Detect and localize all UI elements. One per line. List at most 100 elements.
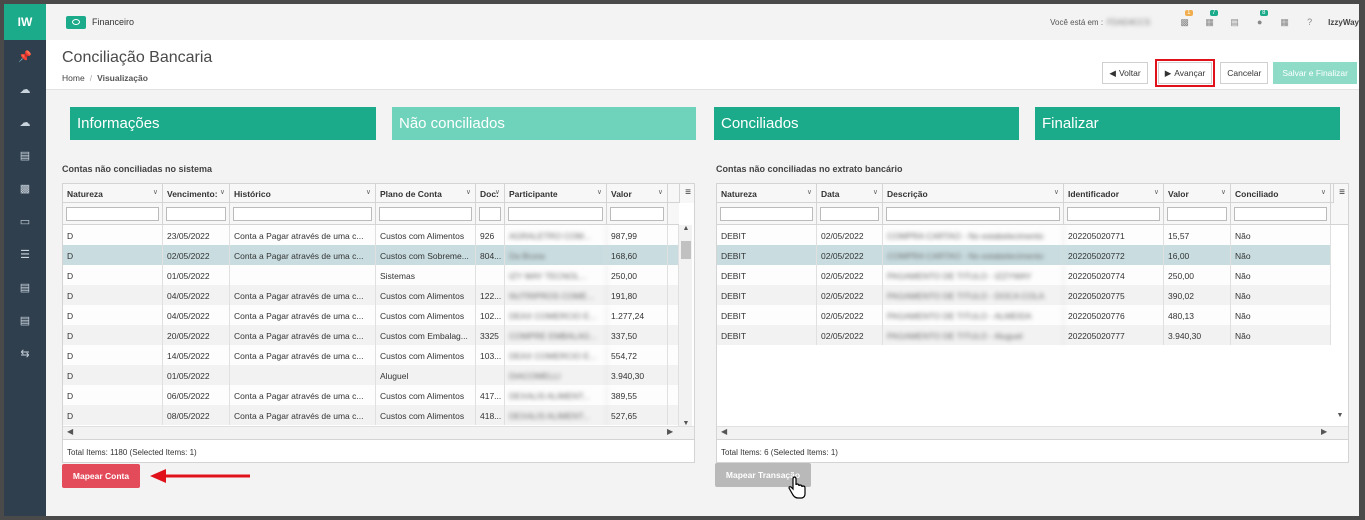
cancel-button[interactable]: Cancelar: [1220, 62, 1269, 84]
chevron-down-icon[interactable]: ∨: [1154, 188, 1159, 196]
app-logo[interactable]: IW: [4, 4, 46, 40]
column-header[interactable]: Vencimento: ∨: [163, 184, 230, 203]
step-informacoes[interactable]: Informações: [70, 107, 376, 140]
column-header[interactable]: Conciliado ∨: [1231, 184, 1331, 203]
table-row[interactable]: DEBIT 02/05/2022 COMPRA CARTAO - No estabe…: [717, 245, 1331, 265]
next-button[interactable]: ▶ Avançar: [1154, 59, 1216, 87]
column-filter-input[interactable]: [886, 207, 1060, 221]
table-row[interactable]: D 01/05/2022 Aluguel DIACOMELLI 3.940,30: [63, 365, 678, 385]
column-header[interactable]: Valor ∨: [607, 184, 668, 203]
chevron-down-icon[interactable]: ∨: [495, 188, 500, 196]
chevron-down-icon[interactable]: ∨: [658, 188, 663, 196]
table-row[interactable]: DEBIT 02/05/2022 PAGAMENTO DE TITULO - ALM…: [717, 305, 1331, 325]
step-finalizar[interactable]: Finalizar: [1035, 107, 1340, 140]
column-filter-input[interactable]: [720, 207, 813, 221]
book-icon[interactable]: ▭: [4, 205, 46, 238]
save-finish-button[interactable]: Salvar e Finalizar: [1273, 62, 1357, 84]
chevron-down-icon[interactable]: ∨: [153, 188, 158, 196]
scroll-up-icon[interactable]: ▲: [679, 225, 693, 232]
grid-menu-icon[interactable]: ≡: [1333, 184, 1348, 203]
bell-icon[interactable]: ● 8: [1247, 10, 1272, 27]
table-row[interactable]: D 01/05/2022 Sistemas IZY WAY TECNOL... 250,…: [63, 265, 678, 285]
table-row[interactable]: DEBIT 02/05/2022 COMPRA CARTAO - No estabe…: [717, 225, 1331, 245]
calendar-icon[interactable]: ▦: [1272, 17, 1297, 28]
table-row[interactable]: D 04/05/2022 Conta a Pagar através de uma …: [63, 285, 678, 305]
table-row[interactable]: D 20/05/2022 Conta a Pagar através de uma …: [63, 325, 678, 345]
credit-card-icon[interactable]: ▤: [4, 271, 46, 304]
column-filter-input[interactable]: [66, 207, 159, 221]
list-icon[interactable]: ☰: [4, 238, 46, 271]
table-row[interactable]: D 06/05/2022 Conta a Pagar através de uma …: [63, 385, 678, 405]
column-filter-input[interactable]: [479, 207, 501, 221]
table-row[interactable]: D 02/05/2022 Conta a Pagar através de uma …: [63, 245, 678, 265]
column-filter-input[interactable]: [379, 207, 472, 221]
step-nao-conciliados[interactable]: Não conciliados: [392, 107, 696, 140]
table-row[interactable]: DEBIT 02/05/2022 PAGAMENTO DE TITULO - IZZ…: [717, 265, 1331, 285]
column-header[interactable]: Identificador ∨: [1064, 184, 1164, 203]
step-conciliados[interactable]: Conciliados: [714, 107, 1019, 140]
table-row[interactable]: D 04/05/2022 Conta a Pagar através de uma …: [63, 305, 678, 325]
user-name[interactable]: IzzyWay: [1328, 18, 1359, 27]
cloud-upload-icon[interactable]: ☁: [4, 106, 46, 139]
column-filter-input[interactable]: [508, 207, 603, 221]
document-icon[interactable]: ▤: [4, 304, 46, 337]
chevron-down-icon[interactable]: ∨: [1321, 188, 1326, 196]
horizontal-scrollbar[interactable]: ◀ ▶: [717, 426, 1348, 439]
tasks-icon[interactable]: ▩ 1: [1172, 9, 1197, 28]
chevron-down-icon[interactable]: ∨: [1054, 188, 1059, 196]
table-row[interactable]: DEBIT 02/05/2022 PAGAMENTO DE TITULO - Alu…: [717, 325, 1331, 345]
column-header[interactable]: Natureza ∨: [63, 184, 163, 203]
chevron-down-icon[interactable]: ∨: [873, 188, 878, 196]
column-header[interactable]: Valor ∨: [1164, 184, 1231, 203]
column-header[interactable]: Descrição ∨: [883, 184, 1064, 203]
column-filter-input[interactable]: [610, 207, 664, 221]
map-account-button[interactable]: Mapear Conta: [62, 464, 140, 488]
chevron-down-icon[interactable]: ∨: [220, 188, 225, 196]
scroll-left-icon[interactable]: ◀: [67, 427, 73, 436]
grid-icon[interactable]: ▦ 7: [1197, 9, 1222, 28]
column-header[interactable]: Plano de Conta ∨: [376, 184, 476, 203]
column-filter-input[interactable]: [1234, 207, 1327, 221]
grid-menu-icon[interactable]: ≡: [679, 184, 694, 203]
table-row[interactable]: D 23/05/2022 Conta a Pagar através de uma …: [63, 225, 678, 245]
chevron-down-icon[interactable]: ∨: [1221, 188, 1226, 196]
column-header[interactable]: Data ∨: [817, 184, 883, 203]
scroll-down-icon[interactable]: ▼: [1333, 412, 1347, 419]
location-value[interactable]: FDAD4CCS: [1107, 18, 1150, 27]
column-filter-input[interactable]: [820, 207, 879, 221]
column-header[interactable]: Participante ∨: [505, 184, 607, 203]
scroll-right-icon[interactable]: ▶: [1321, 427, 1327, 436]
column-header[interactable]: Doc: ∨: [476, 184, 505, 203]
chevron-down-icon[interactable]: ∨: [466, 188, 471, 196]
back-button[interactable]: ◀ Voltar: [1102, 62, 1148, 84]
table-cell: 06/05/2022: [163, 385, 230, 405]
app-brand[interactable]: Financeiro: [66, 15, 134, 29]
pin-icon[interactable]: 📌: [4, 40, 46, 73]
card-icon[interactable]: ▤: [1222, 17, 1247, 28]
column-filter-input[interactable]: [233, 207, 372, 221]
table-cell: DEBIT: [717, 285, 817, 305]
column-filter-input[interactable]: [1067, 207, 1160, 221]
scroll-thumb[interactable]: [681, 241, 691, 259]
column-filter-input[interactable]: [166, 207, 226, 221]
horizontal-scrollbar[interactable]: ◀ ▶: [63, 426, 694, 439]
chevron-down-icon[interactable]: ∨: [597, 188, 602, 196]
column-filter-input[interactable]: [1167, 207, 1227, 221]
table-row[interactable]: D 08/05/2022 Conta a Pagar através de uma …: [63, 405, 678, 425]
chevron-down-icon[interactable]: ∨: [807, 188, 812, 196]
swap-icon[interactable]: ⇆: [4, 337, 46, 370]
scroll-right-icon[interactable]: ▶: [667, 427, 673, 436]
help-icon[interactable]: ?: [1297, 17, 1322, 27]
breadcrumb-home[interactable]: Home: [62, 73, 85, 83]
column-header[interactable]: Natureza ∨: [717, 184, 817, 203]
chevron-down-icon[interactable]: ∨: [366, 188, 371, 196]
bar-chart-icon[interactable]: ▩: [4, 172, 46, 205]
scroll-left-icon[interactable]: ◀: [721, 427, 727, 436]
vertical-scrollbar[interactable]: ▲ ▼: [678, 225, 692, 429]
credit-card-icon[interactable]: ▤: [4, 139, 46, 172]
table-row[interactable]: D 14/05/2022 Conta a Pagar através de uma …: [63, 345, 678, 365]
cloud-upload-icon[interactable]: ☁: [4, 73, 46, 106]
column-header[interactable]: Histórico ∨: [230, 184, 376, 203]
right-grid-title: Contas não conciliadas no extrato bancár…: [716, 164, 903, 174]
table-row[interactable]: DEBIT 02/05/2022 PAGAMENTO DE TITULO - DOC…: [717, 285, 1331, 305]
